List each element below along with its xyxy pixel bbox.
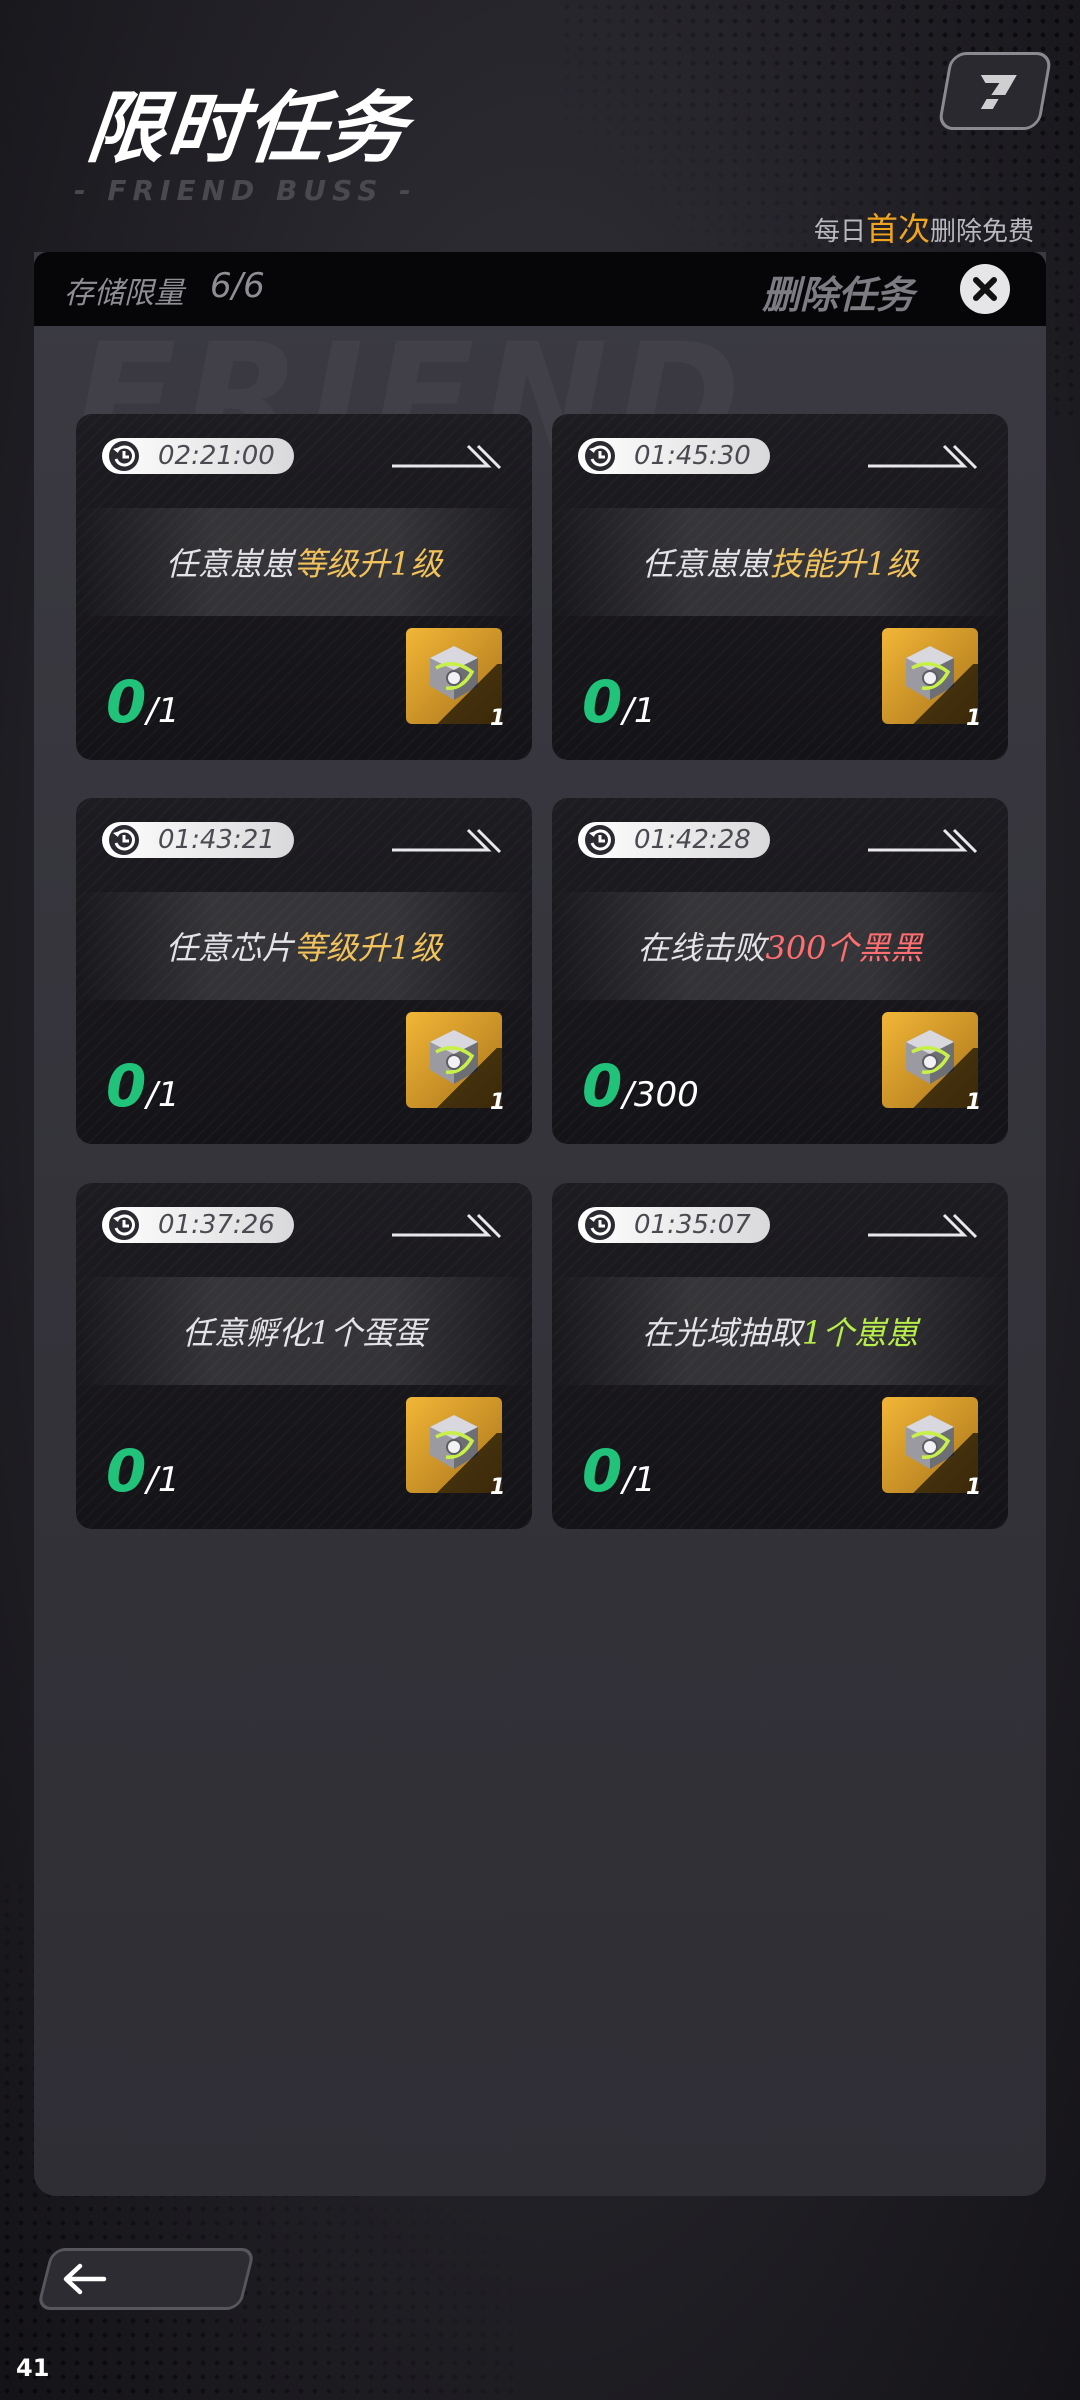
task-description: 任意芯片 等级升1级 bbox=[76, 892, 532, 1000]
task-desc-highlight: 1个崽崽 bbox=[801, 1314, 919, 1352]
task-desc-highlight: 技能升1级 bbox=[769, 545, 919, 583]
progress-current: 0 bbox=[106, 668, 147, 736]
reward-count: 1 bbox=[966, 706, 982, 731]
progress-total: /1 bbox=[146, 691, 180, 731]
panel-header: 存储限量 6/6 删除任务 bbox=[34, 252, 1046, 326]
task-progress: 0/1 bbox=[582, 668, 655, 736]
progress-current: 0 bbox=[582, 668, 623, 736]
progress-current: 0 bbox=[106, 1052, 147, 1120]
task-desc-text: 任意崽崽 bbox=[165, 545, 294, 583]
decor-lines bbox=[868, 444, 978, 470]
task-desc-text: 在线击败 bbox=[637, 929, 766, 967]
reward-item[interactable] bbox=[882, 628, 978, 724]
reward-count: 1 bbox=[966, 1090, 982, 1115]
timer-text: 01:43:21 bbox=[158, 825, 275, 855]
task-progress: 0/300 bbox=[582, 1052, 699, 1120]
reward-item[interactable] bbox=[406, 1397, 502, 1493]
task-desc-highlight: 等级升1级 bbox=[293, 545, 443, 583]
task-description: 在线击败 300个黑黑 bbox=[552, 892, 1008, 1000]
task-timer: 01:35:07 bbox=[578, 1207, 770, 1243]
free-delete-notice: 每日首次删除免费 bbox=[814, 204, 1034, 250]
task-timer: 01:45:30 bbox=[578, 438, 770, 474]
task-timer: 01:37:26 bbox=[102, 1207, 294, 1243]
decor-lines bbox=[868, 1213, 978, 1239]
task-card[interactable]: 01:37:26 任意孵化1个蛋蛋 0/1 1 bbox=[76, 1183, 532, 1529]
timer-text: 02:21:00 bbox=[158, 441, 275, 471]
timer-reset-icon bbox=[109, 1210, 139, 1240]
progress-total: /1 bbox=[146, 1075, 180, 1115]
task-card[interactable]: 01:45:30 任意崽崽 技能升1级 0/1 1 bbox=[552, 414, 1008, 760]
timer-reset-icon bbox=[585, 825, 615, 855]
progress-current: 0 bbox=[582, 1052, 623, 1120]
progress-total: /1 bbox=[146, 1460, 180, 1500]
task-timer: 01:43:21 bbox=[102, 822, 294, 858]
task-timer: 01:42:28 bbox=[578, 822, 770, 858]
timer-reset-icon bbox=[585, 441, 615, 471]
timer-text: 01:37:26 bbox=[158, 1210, 275, 1240]
task-card[interactable]: 01:43:21 任意芯片 等级升1级 0/1 1 bbox=[76, 798, 532, 1144]
decor-lines bbox=[392, 444, 502, 470]
close-icon bbox=[973, 277, 997, 301]
free-delete-highlight: 首次 bbox=[865, 210, 930, 248]
progress-total: /300 bbox=[622, 1075, 699, 1115]
timer-reset-icon bbox=[585, 1210, 615, 1240]
task-progress: 0/1 bbox=[106, 1052, 179, 1120]
task-card[interactable]: 02:21:00 任意崽崽 等级升1级 0/1 1 bbox=[76, 414, 532, 760]
delete-task-label[interactable]: 删除任务 bbox=[762, 264, 914, 319]
reward-item[interactable] bbox=[882, 1012, 978, 1108]
delete-close-button[interactable] bbox=[960, 264, 1010, 314]
reward-count: 1 bbox=[490, 1090, 506, 1115]
task-card[interactable]: 01:42:28 在线击败 300个黑黑 0/300 1 bbox=[552, 798, 1008, 1144]
reward-count: 1 bbox=[966, 1475, 982, 1500]
storage-label: 存储限量 bbox=[64, 276, 184, 311]
timer-text: 01:42:28 bbox=[634, 825, 751, 855]
timer-reset-icon bbox=[109, 441, 139, 471]
progress-total: /1 bbox=[622, 1460, 656, 1500]
timer-text: 01:45:30 bbox=[634, 441, 751, 471]
task-progress: 0/1 bbox=[106, 668, 179, 736]
reward-item[interactable] bbox=[406, 1012, 502, 1108]
footer-number: 41 bbox=[16, 2354, 50, 2382]
task-card[interactable]: 01:35:07 在光域抽取 1个崽崽 0/1 1 bbox=[552, 1183, 1008, 1529]
task-progress: 0/1 bbox=[106, 1437, 179, 1505]
storage-value: 6/6 bbox=[210, 266, 265, 306]
page-title: 限时任务 bbox=[82, 84, 413, 174]
page-subtitle: - FRIEND BUSS - bbox=[74, 174, 417, 207]
task-desc-text: 任意芯片 bbox=[165, 929, 294, 967]
free-delete-post: 删除免费 bbox=[929, 217, 1034, 247]
task-desc-highlight: 等级升1级 bbox=[293, 929, 443, 967]
decor-lines bbox=[392, 828, 502, 854]
timer-reset-icon bbox=[109, 825, 139, 855]
timer-text: 01:35:07 bbox=[634, 1210, 751, 1240]
reward-count: 1 bbox=[490, 1475, 506, 1500]
task-desc-text: 在光域抽取 bbox=[641, 1314, 802, 1352]
task-description: 在光域抽取 1个崽崽 bbox=[552, 1277, 1008, 1385]
task-description: 任意崽崽 技能升1级 bbox=[552, 508, 1008, 616]
task-timer: 02:21:00 bbox=[102, 438, 294, 474]
help-icon bbox=[980, 75, 1017, 109]
task-progress: 0/1 bbox=[582, 1437, 655, 1505]
decor-lines bbox=[392, 1213, 502, 1239]
progress-current: 0 bbox=[582, 1437, 623, 1505]
task-description: 任意崽崽 等级升1级 bbox=[76, 508, 532, 616]
task-description: 任意孵化1个蛋蛋 bbox=[76, 1277, 532, 1385]
help-button[interactable] bbox=[937, 52, 1053, 130]
progress-current: 0 bbox=[106, 1437, 147, 1505]
task-desc-text: 任意孵化1个蛋蛋 bbox=[181, 1314, 427, 1352]
free-delete-pre: 每日 bbox=[813, 217, 866, 247]
decor-lines bbox=[868, 828, 978, 854]
progress-total: /1 bbox=[622, 691, 656, 731]
reward-item[interactable] bbox=[406, 628, 502, 724]
task-desc-highlight: 300个黑黑 bbox=[765, 929, 923, 967]
back-arrow-icon bbox=[63, 2263, 107, 2295]
reward-count: 1 bbox=[490, 706, 506, 731]
task-desc-text: 任意崽崽 bbox=[641, 545, 770, 583]
reward-item[interactable] bbox=[882, 1397, 978, 1493]
